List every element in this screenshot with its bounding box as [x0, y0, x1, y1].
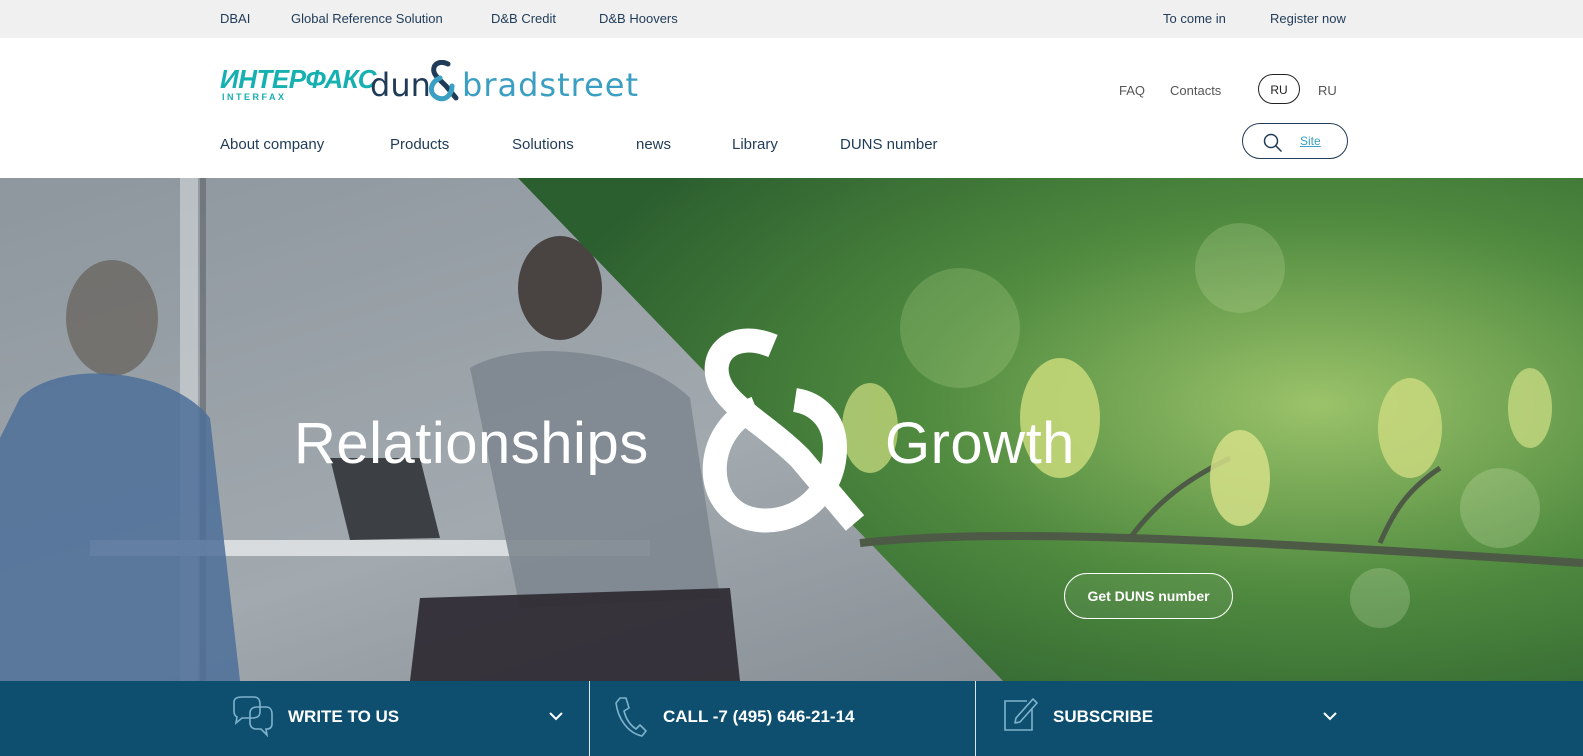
interfax-logo-main: ИНТЕРФАКС — [220, 64, 377, 94]
chat-bubbles-icon — [233, 696, 273, 738]
language-active[interactable]: RU — [1258, 74, 1300, 104]
ampersand-logo-icon — [429, 60, 459, 102]
site-header: ИНТЕРФАКС INTERFAX dun bradstreet FAQ Co… — [0, 38, 1583, 179]
search-label: Site — [1300, 134, 1321, 148]
search-icon — [1263, 133, 1283, 153]
contact-bar: WRITE TO US CALL -7 (495) 646-21-14 SUBS… — [0, 681, 1583, 756]
hero-background — [0, 178, 1583, 681]
topbar-link-db-hoovers[interactable]: D&B Hoovers — [599, 11, 678, 26]
subscribe-label: SUBSCRIBE — [1053, 707, 1154, 726]
contacts-link[interactable]: Contacts — [1170, 83, 1221, 98]
subscribe-panel[interactable]: SUBSCRIBE — [976, 681, 1583, 756]
register-link[interactable]: Register now — [1270, 11, 1346, 26]
call-label: CALL -7 (495) 646-21-14 — [663, 707, 855, 726]
nav-solutions[interactable]: Solutions — [512, 136, 574, 153]
dnb-logo-dun: dun — [370, 66, 431, 104]
write-to-us-panel[interactable]: WRITE TO US — [0, 681, 589, 756]
hero-left-text: Relationships — [294, 411, 649, 476]
chevron-down-icon — [1323, 712, 1337, 721]
hero-banner: Relationships Growth Get DUNS number — [0, 178, 1583, 681]
call-panel[interactable]: CALL -7 (495) 646-21-14 — [590, 681, 975, 756]
hero-right-text: Growth — [885, 411, 1075, 476]
interfax-logo[interactable]: ИНТЕРФАКС INTERFAX — [220, 64, 377, 102]
get-duns-number-button[interactable]: Get DUNS number — [1064, 573, 1233, 619]
nav-news[interactable]: news — [636, 136, 671, 153]
dnb-logo-bradstreet: bradstreet — [462, 66, 639, 104]
language-option[interactable]: RU — [1318, 83, 1337, 98]
nav-about-company[interactable]: About company — [220, 136, 324, 153]
topbar-link-dbai[interactable]: DBAI — [220, 11, 250, 26]
faq-link[interactable]: FAQ — [1119, 83, 1145, 98]
chevron-down-icon — [549, 712, 563, 721]
site-search[interactable]: Site — [1242, 123, 1348, 159]
nav-duns-number[interactable]: DUNS number — [840, 136, 938, 153]
phone-icon — [615, 697, 647, 737]
topbar-link-db-credit[interactable]: D&B Credit — [491, 11, 556, 26]
nav-products[interactable]: Products — [390, 136, 449, 153]
dnb-logo[interactable]: dun bradstreet — [370, 60, 638, 106]
topbar-link-global-reference-solution[interactable]: Global Reference Solution — [291, 11, 443, 26]
top-utility-bar: DBAI Global Reference Solution D&B Credi… — [0, 0, 1583, 38]
edit-note-icon — [1004, 698, 1038, 731]
write-to-us-label: WRITE TO US — [288, 707, 400, 726]
login-link[interactable]: To come in — [1163, 11, 1226, 26]
nav-library[interactable]: Library — [732, 136, 778, 153]
